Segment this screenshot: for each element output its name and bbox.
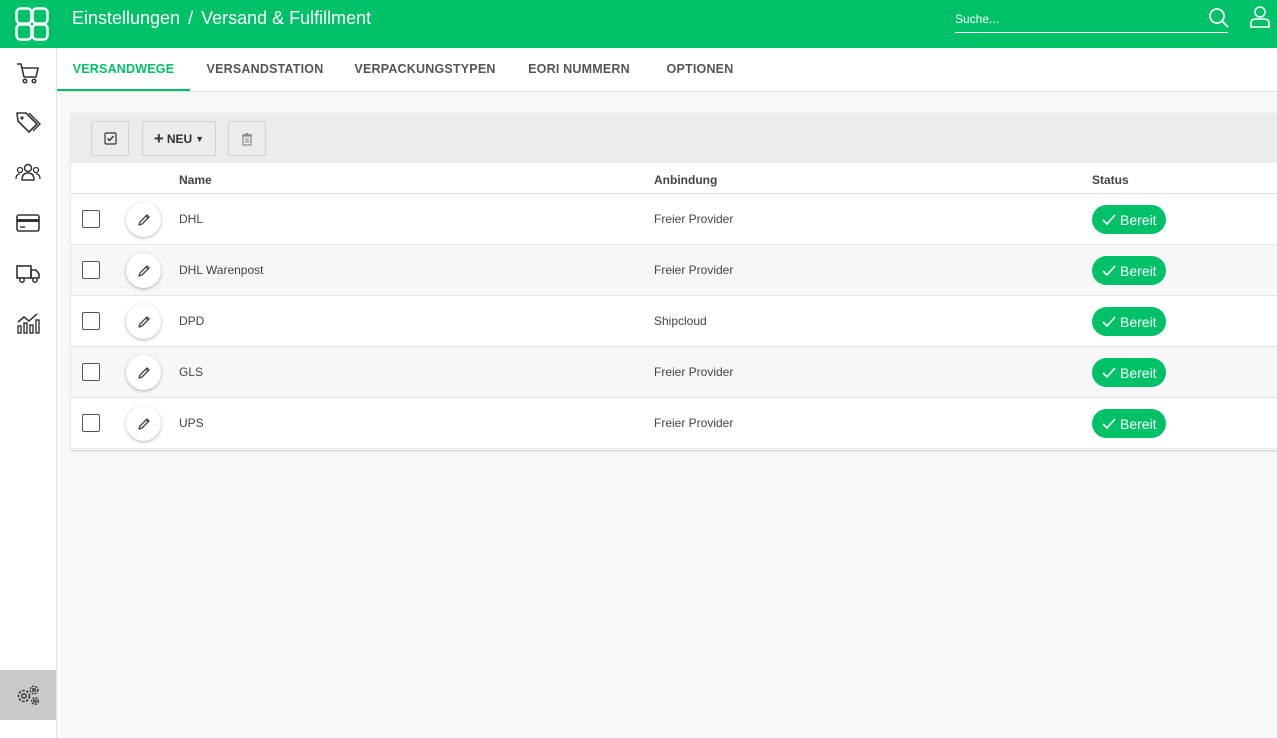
table-row[interactable]: GLS Freier Provider Bereit [71, 347, 1277, 398]
select-all-button[interactable] [91, 121, 129, 156]
tab-versandwege[interactable]: VERSANDWEGE [57, 48, 190, 91]
sidebar-item-settings[interactable] [0, 670, 56, 720]
top-bar: Einstellungen / Versand & Fulfillment Su… [0, 0, 1277, 48]
tab-verpackungstypen[interactable]: VERPACKUNGSTYPEN [350, 48, 500, 91]
cell-anbindung: Freier Provider [654, 365, 734, 379]
table-row[interactable]: DHL Freier Provider Bereit [71, 194, 1277, 245]
delete-button[interactable] [228, 121, 266, 156]
status-badge: Bereit [1092, 256, 1166, 285]
user-icon[interactable] [1249, 5, 1271, 29]
sidebar-item-shipping[interactable] [0, 248, 56, 298]
tab-optionen[interactable]: OPTIONEN [657, 48, 743, 91]
column-header-anbindung[interactable]: Anbindung [654, 173, 717, 187]
status-badge: Bereit [1092, 409, 1166, 438]
cell-name: UPS [179, 416, 204, 430]
sidebar-item-analytics[interactable] [0, 298, 56, 348]
sidebar-item-products[interactable] [0, 98, 56, 148]
new-button-label: NEU [166, 131, 193, 146]
sidebar-item-orders[interactable] [0, 48, 56, 98]
row-checkbox[interactable] [82, 312, 100, 330]
status-label: Bereit [1120, 313, 1157, 330]
row-checkbox[interactable] [82, 210, 100, 228]
cell-anbindung: Shipcloud [654, 314, 707, 328]
cell-name: GLS [179, 365, 204, 379]
pencil-icon [137, 417, 150, 430]
row-checkbox[interactable] [82, 261, 100, 279]
tab-bar: VERSANDWEGE VERSANDSTATION VERPACKUNGSTY… [57, 48, 1277, 92]
breadcrumb-separator: / [188, 8, 194, 28]
checkbox-checked-icon [103, 132, 117, 145]
table-row[interactable]: DPD Shipcloud Bereit [71, 296, 1277, 347]
row-checkbox[interactable] [82, 414, 100, 432]
edit-button[interactable] [126, 253, 161, 288]
table-header: Name Anbindung Status [71, 163, 1277, 194]
shipping-methods-panel: + NEU ▼ Name Anbindung Status DHL Freier … [71, 113, 1277, 450]
status-label: Bereit [1120, 415, 1157, 432]
settings-gears-icon [17, 685, 40, 705]
check-icon [1102, 315, 1116, 327]
breadcrumb-current: Versand & Fulfillment [201, 8, 372, 28]
row-checkbox[interactable] [82, 363, 100, 381]
check-icon [1102, 213, 1116, 225]
column-header-name[interactable]: Name [179, 173, 212, 187]
edit-button[interactable] [126, 304, 161, 339]
sidebar-item-customers[interactable] [0, 148, 56, 198]
edit-button[interactable] [126, 202, 161, 237]
logo-icon[interactable] [14, 6, 50, 42]
pencil-icon [137, 213, 150, 226]
edit-button[interactable] [126, 406, 161, 441]
cell-name: DPD [179, 314, 205, 328]
pencil-icon [137, 366, 150, 379]
check-icon [1102, 264, 1116, 276]
check-icon [1102, 417, 1116, 429]
cell-name: DHL Warenpost [179, 263, 264, 277]
sidebar-item-payments[interactable] [0, 198, 56, 248]
plus-icon: + [153, 128, 164, 148]
caret-down-icon: ▼ [195, 133, 205, 144]
truck-icon [16, 265, 40, 283]
search-input[interactable]: Suche... [955, 8, 1228, 33]
breadcrumb: Einstellungen / Versand & Fulfillment [72, 8, 371, 28]
pencil-icon [137, 315, 150, 328]
new-button[interactable]: + NEU ▼ [142, 121, 216, 156]
edit-button[interactable] [126, 355, 161, 390]
cell-anbindung: Freier Provider [654, 212, 734, 226]
status-label: Bereit [1120, 211, 1157, 228]
table-row[interactable]: DHL Warenpost Freier Provider Bereit [71, 245, 1277, 296]
cell-name: DHL [179, 212, 204, 226]
status-badge: Bereit [1092, 358, 1166, 387]
customers-icon [15, 163, 41, 181]
breadcrumb-settings[interactable]: Einstellungen [72, 8, 180, 28]
status-badge: Bereit [1092, 307, 1166, 336]
tags-icon [16, 112, 41, 133]
cell-anbindung: Freier Provider [654, 263, 734, 277]
status-label: Bereit [1120, 262, 1157, 279]
status-label: Bereit [1120, 364, 1157, 381]
payment-card-icon [16, 214, 40, 232]
table-toolbar: + NEU ▼ [71, 113, 1277, 163]
pencil-icon [137, 264, 150, 277]
trash-icon [242, 132, 252, 146]
search-icon[interactable] [1208, 7, 1230, 29]
cell-anbindung: Freier Provider [654, 416, 734, 430]
cart-icon [17, 63, 39, 84]
tab-eori-nummern[interactable]: EORI NUMMERN [523, 48, 635, 91]
tab-versandstation[interactable]: VERSANDSTATION [200, 48, 330, 91]
analytics-icon [17, 313, 40, 334]
table-row[interactable]: UPS Freier Provider Bereit [71, 398, 1277, 449]
sidebar [0, 48, 57, 738]
status-badge: Bereit [1092, 205, 1166, 234]
check-icon [1102, 366, 1116, 378]
column-header-status[interactable]: Status [1092, 173, 1129, 187]
